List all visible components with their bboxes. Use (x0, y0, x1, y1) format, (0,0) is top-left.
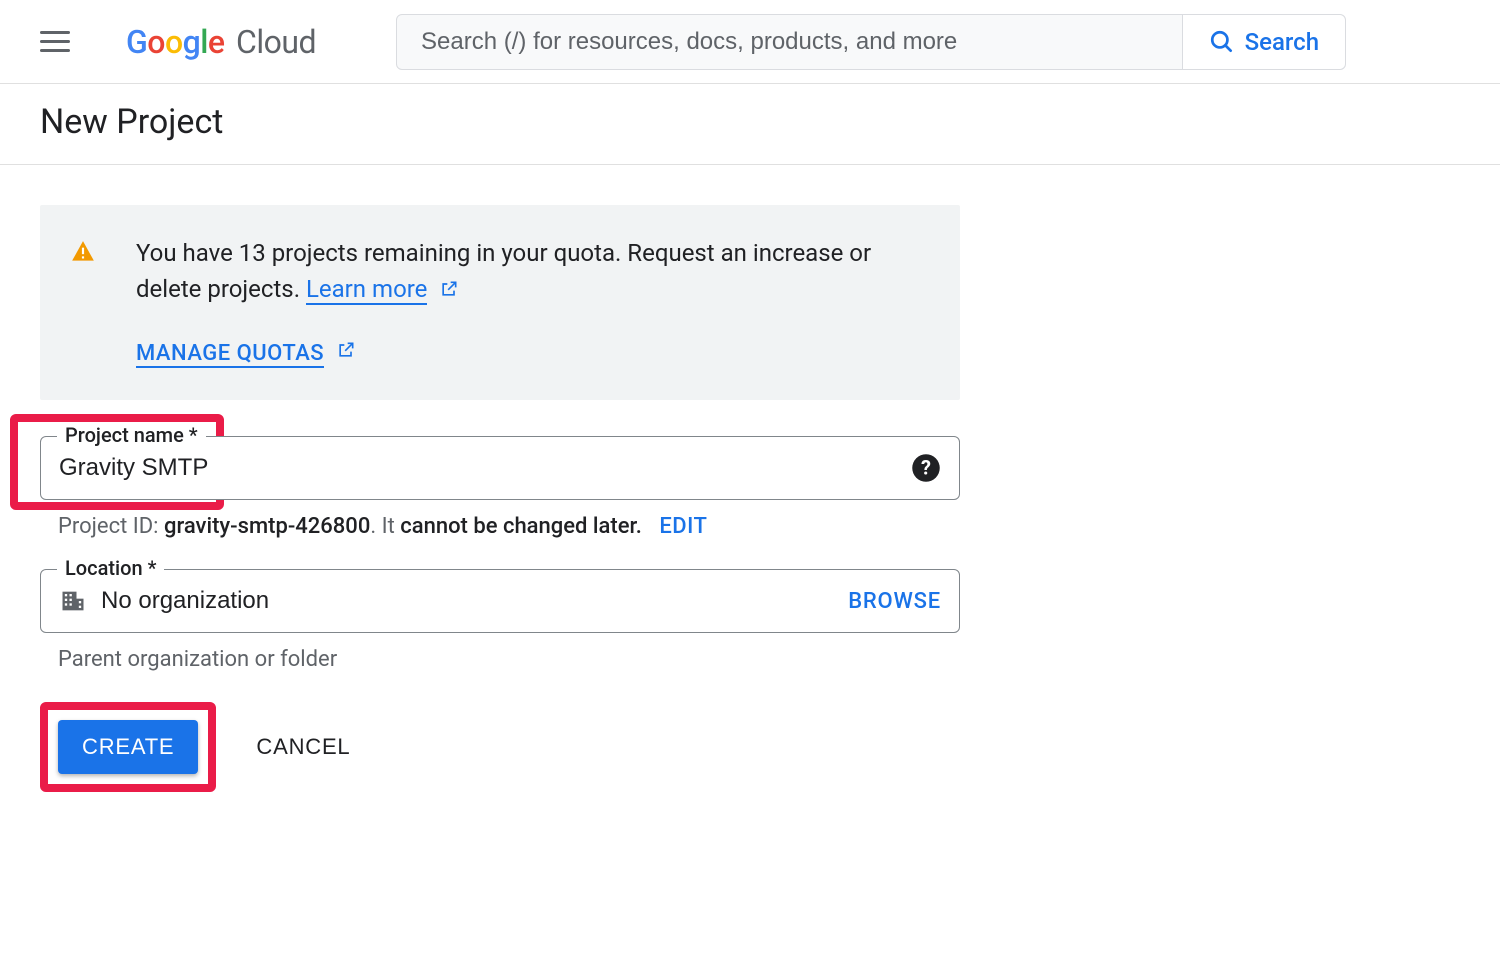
infobox-body: You have 13 projects remaining in your q… (136, 235, 930, 370)
external-link-icon (336, 337, 356, 370)
edit-project-id-button[interactable]: EDIT (659, 514, 707, 539)
project-name-field-wrap: Project name * ? (40, 436, 960, 500)
search-bar: Search (396, 14, 1346, 70)
content: You have 13 projects remaining in your q… (0, 165, 1000, 832)
project-name-input[interactable] (59, 454, 911, 482)
location-helper: Parent organization or folder (58, 647, 960, 672)
browse-button[interactable]: BROWSE (848, 589, 941, 614)
google-cloud-logo[interactable]: Google Cloud (126, 23, 316, 61)
page-title-row: New Project (0, 84, 1500, 165)
location-label: Location * (57, 556, 164, 580)
cancel-button[interactable]: CANCEL (256, 734, 350, 760)
topbar: Google Cloud Search (0, 0, 1500, 84)
warning-icon (70, 235, 96, 370)
location-field[interactable]: Location * BROWSE (40, 569, 960, 633)
hamburger-menu-icon[interactable] (40, 24, 76, 60)
project-name-field[interactable]: Project name * ? (40, 436, 960, 500)
learn-more-link[interactable]: Learn more (306, 275, 427, 305)
create-button[interactable]: CREATE (58, 720, 198, 774)
location-input[interactable] (101, 587, 848, 615)
help-icon[interactable]: ? (911, 453, 941, 483)
button-row: CREATE CANCEL (40, 702, 960, 792)
organization-icon (59, 587, 87, 615)
search-button[interactable]: Search (1182, 15, 1345, 69)
location-field-wrap: Location * BROWSE (40, 569, 960, 633)
manage-quotas-link[interactable]: MANAGE QUOTAS (136, 341, 324, 368)
search-input[interactable] (397, 15, 1182, 69)
quota-infobox: You have 13 projects remaining in your q… (40, 205, 960, 400)
project-name-label: Project name * (57, 423, 206, 447)
project-id-helper: Project ID: gravity-smtp-426800. It cann… (58, 514, 960, 539)
callout-highlight: CREATE (40, 702, 216, 792)
quota-text: You have 13 projects remaining in your q… (136, 239, 871, 303)
external-link-icon (439, 273, 459, 309)
page-title: New Project (40, 102, 1460, 142)
search-button-label: Search (1245, 28, 1319, 56)
svg-text:?: ? (921, 456, 931, 480)
search-icon (1209, 29, 1235, 55)
